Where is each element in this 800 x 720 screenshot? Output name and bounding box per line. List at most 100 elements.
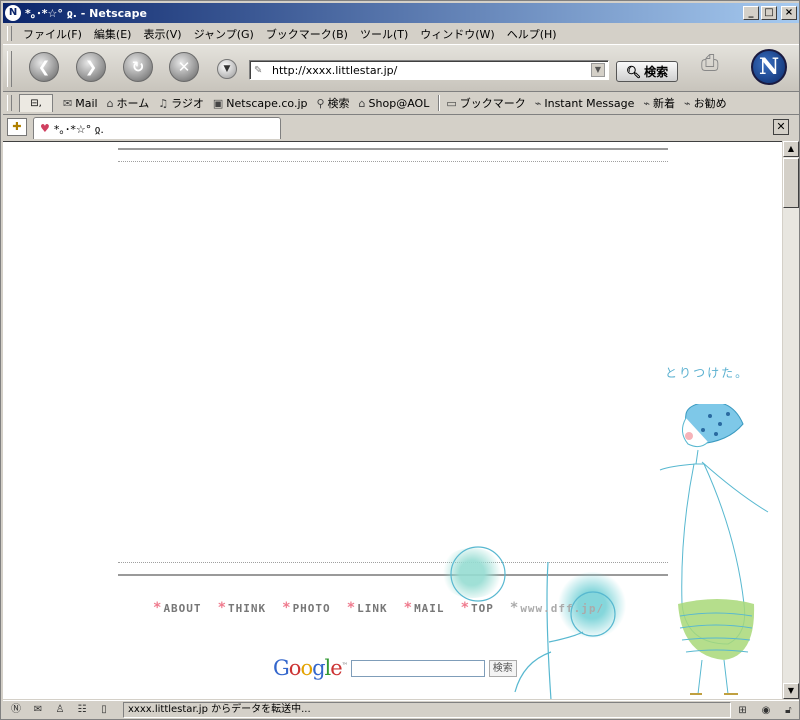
forward-button[interactable]: ❯ <box>76 52 106 82</box>
stop-icon: ✕ <box>177 58 191 76</box>
bookmark-folder-icon: ▭ <box>446 96 457 110</box>
my-icon: ▣ <box>212 96 224 110</box>
pb-item-home[interactable]: ⌂ ホーム <box>107 95 150 111</box>
toolbar-separator <box>438 95 441 111</box>
star-icon: * <box>153 600 163 616</box>
scroll-down-button[interactable]: ▼ <box>783 683 799 699</box>
star-icon: * <box>460 600 470 616</box>
radio-icon: ♫ <box>158 96 169 110</box>
star-icon: * <box>282 600 292 616</box>
handwritten-caption: とりつけた。 <box>665 366 750 380</box>
browser-window: N *｡･*☆° ჲ. - Netscape _ □ × ファイル(F) 編集(… <box>0 0 800 720</box>
netscape-n-icon: N <box>5 5 21 21</box>
print-icon[interactable]: ⎙ <box>701 51 735 77</box>
back-button[interactable]: ❮ <box>29 52 59 82</box>
top-rule <box>118 148 668 150</box>
search-button-label: 検索 <box>644 65 669 79</box>
pb-item-instant-message[interactable]: ⌁ Instant Message <box>535 97 635 110</box>
url-input[interactable]: ✎ http://xxxx.littlestar.jp/ ▼ <box>249 60 609 80</box>
pb-item-shop[interactable]: ⌂ Shop@AOL <box>359 97 430 110</box>
close-tab-button[interactable]: ✕ <box>773 119 789 135</box>
location-bar: ▼ ✎ http://xxxx.littlestar.jp/ ▼ <box>217 57 609 81</box>
status-text: xxxx.littlestar.jp からデータを転送中... <box>123 702 731 718</box>
star-icon: * <box>346 600 357 616</box>
mail-icon[interactable]: ✉ <box>29 703 47 718</box>
heart-favicon-icon: ♥ <box>40 122 50 135</box>
sidebar-toggle-tab[interactable]: ⊟, <box>19 94 53 112</box>
menu-edit[interactable]: 編集(E) <box>88 26 138 42</box>
forward-arrow-icon: ❯ <box>84 58 98 76</box>
nav-link-link[interactable]: * LINK <box>347 600 388 616</box>
menu-window[interactable]: ウィンドウ(W) <box>414 26 500 42</box>
tab-bar: ✚ ♥ *｡･*☆° ჲ. ✕ <box>3 114 799 139</box>
menu-view[interactable]: 表示(V) <box>137 26 187 42</box>
vertical-scrollbar[interactable]: ▲ ▼ <box>782 141 799 699</box>
bookmark-icon: ⌁ <box>534 96 542 110</box>
window-title: *｡･*☆° ჲ. - Netscape <box>25 7 147 20</box>
reload-button[interactable]: ↻ <box>123 52 153 82</box>
reload-icon: ↻ <box>131 58 145 76</box>
pb-item-netscape[interactable]: ▣ Netscape.co.jp <box>213 97 308 110</box>
scroll-thumb[interactable] <box>783 158 799 208</box>
composer-icon[interactable]: ♙ <box>51 703 69 718</box>
pb-item-bookmarks[interactable]: ▭ ブックマーク <box>446 95 525 111</box>
menu-go[interactable]: ジャンプ(G) <box>188 26 260 42</box>
pb-item-radio[interactable]: ♫ ラジオ <box>158 95 204 111</box>
bookmark-icon: ⌁ <box>643 96 650 110</box>
google-search-input[interactable] <box>350 659 485 677</box>
nav-link-mail[interactable]: * MAIL <box>404 600 445 616</box>
status-indicators: ⊞ ◉ 🔓︎ <box>731 705 799 716</box>
personal-toolbar: ⊟, ✉ Mail ⌂ ホーム ♫ ラジオ ▣ Netscape.co.jp ⚲ 検索 ⌂… <box>3 93 799 113</box>
scroll-up-button[interactable]: ▲ <box>783 141 799 157</box>
nav-link-photo[interactable]: * PHOTO <box>282 600 331 616</box>
search-button[interactable]: 🔍︎ 検索 <box>616 61 678 82</box>
girl-illustration <box>659 404 769 695</box>
title-bar: N *｡･*☆° ჲ. - Netscape _ □ × <box>3 3 799 23</box>
toolbar-grip[interactable] <box>7 26 12 41</box>
pb-item-mail[interactable]: ✉ Mail <box>63 97 98 110</box>
new-tab-button[interactable]: ✚ <box>7 118 27 136</box>
netscape-throbber-logo[interactable]: N <box>751 49 787 85</box>
nav-link-dff[interactable]: * www.dff.jp/ <box>510 600 604 616</box>
mail-icon: ✉ <box>63 96 73 110</box>
nav-link-about[interactable]: * ABOUT <box>153 600 202 616</box>
page-content: * ABOUT * THINK * PHOTO * LINK * MAIL * TOP * w… <box>3 141 782 699</box>
tab-current[interactable]: ♥ *｡･*☆° ჲ. <box>33 117 281 139</box>
star-icon: * <box>509 600 520 616</box>
pb-item-search[interactable]: ⚲ 検索 <box>316 95 349 111</box>
address-book-icon[interactable]: ☷ <box>73 703 91 718</box>
nav-link-top[interactable]: * TOP <box>461 600 494 616</box>
google-logo[interactable]: Google™ <box>273 656 348 680</box>
minimize-button[interactable]: _ <box>743 6 759 20</box>
google-search-button[interactable]: 検索 <box>488 659 517 677</box>
google-search-form: Google™ 検索 <box>273 656 517 680</box>
pb-item-new[interactable]: ⌁ 新着 <box>643 95 675 111</box>
url-text[interactable]: http://xxxx.littlestar.jp/ <box>268 64 591 77</box>
page-icon: ✎ <box>254 64 263 76</box>
url-dropdown-arrow[interactable]: ▼ <box>591 63 605 77</box>
close-button[interactable]: × <box>781 6 797 20</box>
home-icon: ⌂ <box>106 96 114 110</box>
site-nav: * ABOUT * THINK * PHOTO * LINK * MAIL * TOP * w… <box>153 600 620 616</box>
tab-label: *｡･*☆° ჲ. <box>53 122 104 136</box>
top-dotted-rule <box>118 161 668 162</box>
pb-item-recommended[interactable]: ⌁ お勧め <box>684 95 727 111</box>
navigator-icon[interactable]: Ⓝ <box>7 703 25 718</box>
nav-link-think[interactable]: * THINK <box>218 600 267 616</box>
menu-help[interactable]: ヘルプ(H) <box>501 26 563 42</box>
menu-bookmarks[interactable]: ブックマーク(B) <box>260 26 354 42</box>
toolbar-grip[interactable] <box>7 95 12 111</box>
toolbar-grip[interactable] <box>7 51 12 87</box>
maximize-button[interactable]: □ <box>761 6 777 20</box>
bookmark-icon: ⌁ <box>683 96 691 110</box>
url-history-dropdown-icon[interactable]: ▼ <box>217 59 237 79</box>
shop-icon: ⌂ <box>358 96 366 110</box>
stop-button[interactable]: ✕ <box>169 52 199 82</box>
back-arrow-icon: ❮ <box>37 58 51 76</box>
menu-bar: ファイル(F) 編集(E) 表示(V) ジャンプ(G) ブックマーク(B) ツー… <box>3 24 799 43</box>
search-icon: ⚲ <box>316 96 325 110</box>
star-icon: * <box>403 600 414 616</box>
menu-file[interactable]: ファイル(F) <box>17 26 88 42</box>
online-offline-icon[interactable]: ▯ <box>95 703 113 718</box>
menu-tools[interactable]: ツール(T) <box>354 26 414 42</box>
